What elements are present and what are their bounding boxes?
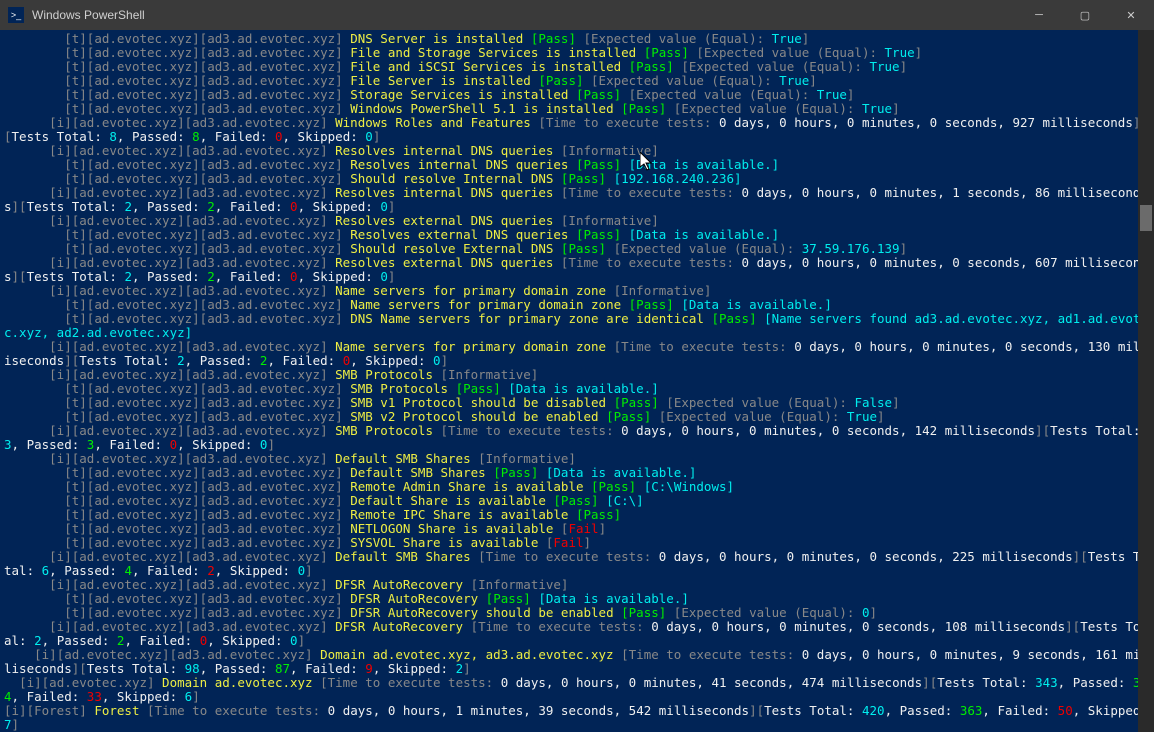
- window-titlebar: >_ Windows PowerShell ─ ▢ ✕: [0, 0, 1154, 30]
- close-button[interactable]: ✕: [1108, 0, 1154, 30]
- window-controls: ─ ▢ ✕: [1016, 0, 1154, 30]
- maximize-button[interactable]: ▢: [1062, 0, 1108, 30]
- scrollbar-track[interactable]: [1138, 30, 1154, 732]
- window-title: Windows PowerShell: [32, 8, 145, 22]
- minimize-button[interactable]: ─: [1016, 0, 1062, 30]
- terminal-output[interactable]: [t][ad.evotec.xyz][ad3.ad.evotec.xyz] DN…: [0, 30, 1154, 732]
- scrollbar-thumb[interactable]: [1140, 205, 1152, 231]
- powershell-icon: >_: [8, 7, 24, 23]
